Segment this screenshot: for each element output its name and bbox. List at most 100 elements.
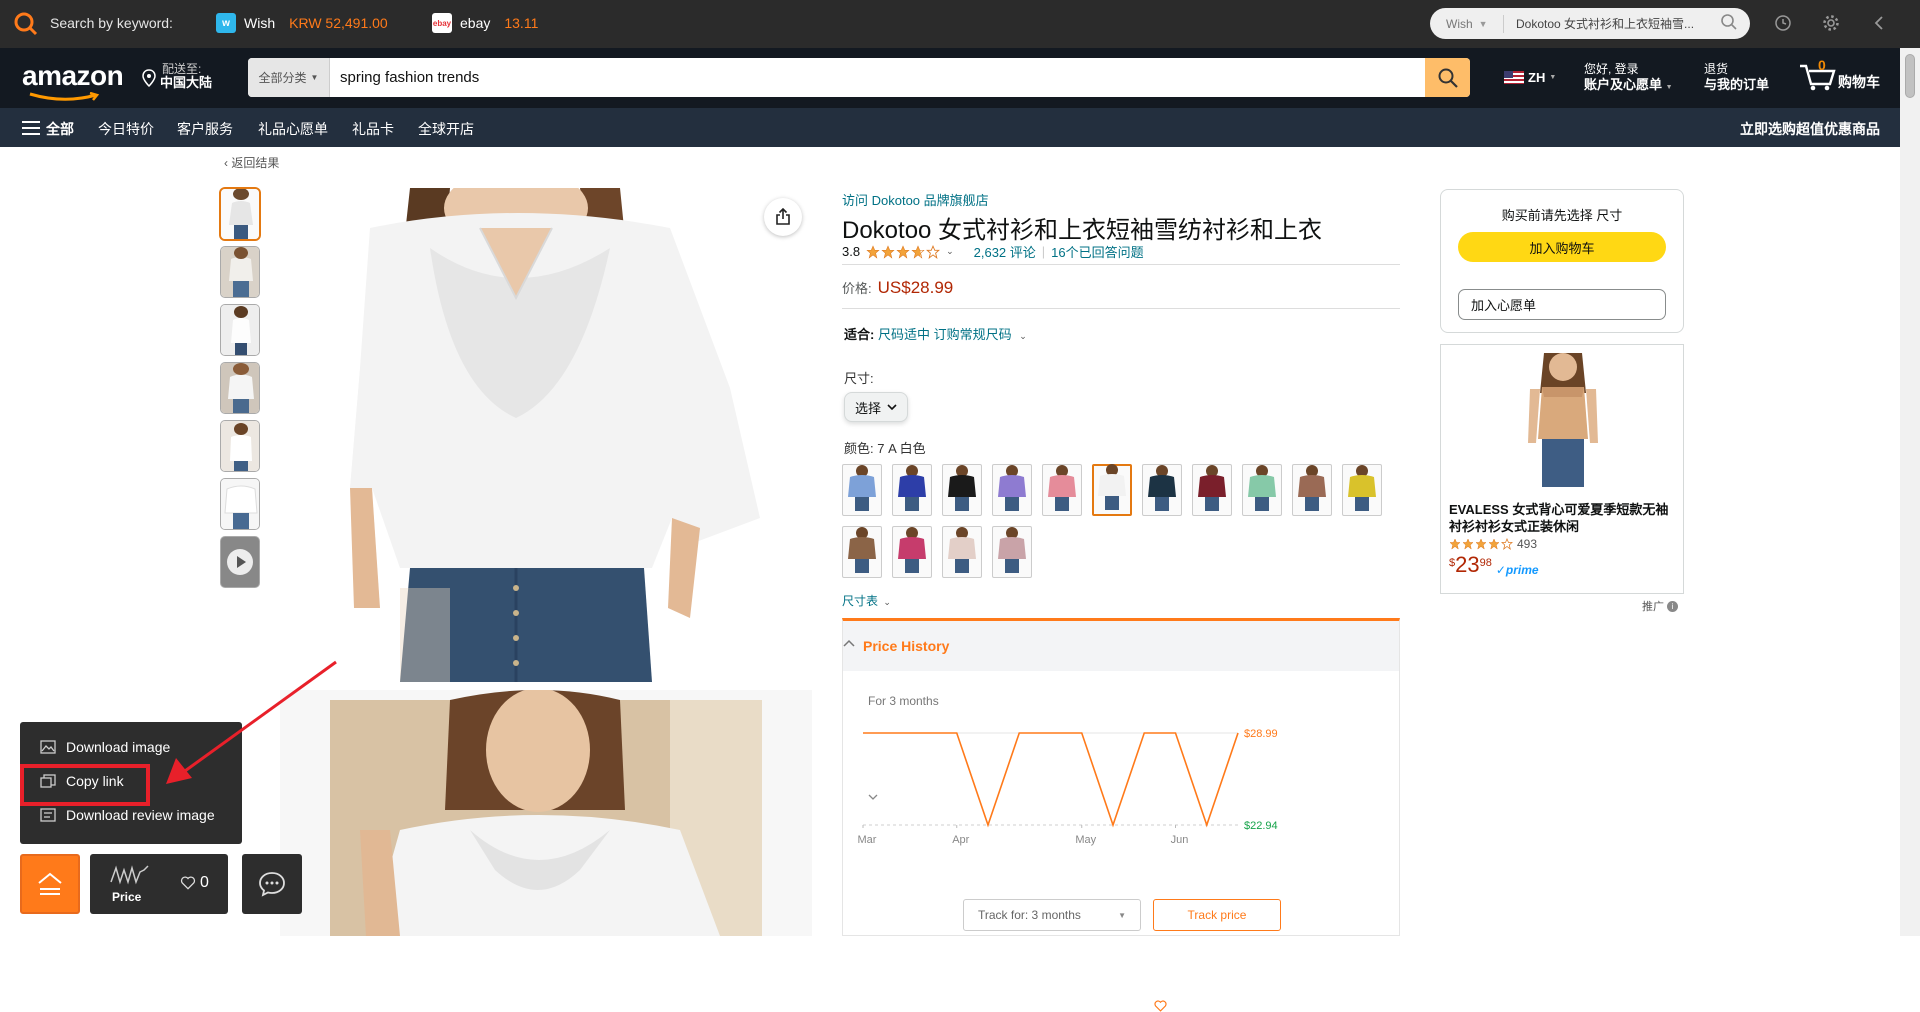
search-input[interactable]: spring fashion trends: [330, 58, 1425, 97]
track-duration-select[interactable]: Track for: 3 months ▼: [963, 899, 1141, 931]
ebay-logo-icon: ebay: [432, 13, 452, 33]
gear-icon[interactable]: [1820, 12, 1842, 34]
color-swatch[interactable]: [1242, 464, 1282, 516]
sponsored-tag[interactable]: 推广 i: [1642, 598, 1678, 614]
video-thumbnail[interactable]: [220, 536, 260, 588]
color-swatch[interactable]: [1192, 464, 1232, 516]
cart-button[interactable]: 0 购物车: [1798, 60, 1880, 92]
chevron-left-icon[interactable]: [1868, 12, 1890, 34]
color-swatch[interactable]: [1292, 464, 1332, 516]
color-swatch[interactable]: [1342, 464, 1382, 516]
color-swatch[interactable]: [1042, 464, 1082, 516]
widget-like-button[interactable]: 0: [180, 874, 209, 892]
color-swatch[interactable]: [1092, 464, 1132, 516]
hamburger-icon: [22, 121, 40, 138]
extension-search-input[interactable]: Dokotoo 女式衬衫和上衣短袖雪...: [1504, 15, 1714, 32]
ad-product-image[interactable]: [1516, 353, 1610, 487]
ad-rating[interactable]: 493: [1449, 537, 1537, 551]
add-to-list-button[interactable]: 加入心愿单: [1458, 289, 1666, 320]
color-label: 颜色: 7 A 白色: [844, 438, 926, 457]
product-secondary-image[interactable]: [280, 690, 812, 936]
account-menu[interactable]: 您好, 登录 账户及心愿单 ▼: [1584, 62, 1673, 95]
add-to-cart-button[interactable]: 加入购物车: [1458, 232, 1666, 262]
color-swatch[interactable]: [992, 526, 1032, 578]
search-icon[interactable]: [1720, 13, 1738, 34]
amazon-logo[interactable]: amazon: [22, 60, 123, 92]
color-swatch[interactable]: [842, 526, 882, 578]
range-select[interactable]: For 3 months: [868, 694, 939, 708]
widget-chat-button[interactable]: [242, 854, 302, 914]
amazon-header: amazon 配送至: 中国大陆 全部分类 ▼ spring fashion t…: [0, 48, 1900, 108]
subnav-item-sell[interactable]: 全球开店: [418, 119, 474, 139]
all-menu-button[interactable]: 全部: [22, 119, 74, 139]
thumbnail-5[interactable]: [220, 420, 260, 472]
site-chip-wish[interactable]: w Wish KRW 52,491.00: [216, 11, 388, 35]
answered-questions-link[interactable]: 16个已回答问题: [1051, 242, 1143, 261]
ad-price-whole: 23: [1455, 553, 1479, 577]
download-image-item[interactable]: Download image: [40, 739, 170, 755]
thumbnail-6[interactable]: [220, 478, 260, 530]
caret-down-icon: ▼: [1549, 70, 1556, 85]
thumbnail-2[interactable]: [220, 246, 260, 298]
subnav-promo-link[interactable]: 立即选购超值优惠商品: [1740, 119, 1880, 139]
thumbnail-4[interactable]: [220, 362, 260, 414]
extension-site-select[interactable]: Wish ▼: [1430, 15, 1504, 33]
back-to-results-link[interactable]: ‹ 返回结果: [224, 154, 279, 171]
language-selector[interactable]: ZH ▼: [1504, 70, 1556, 85]
cart-count: 0: [1818, 58, 1826, 73]
search-submit-button[interactable]: [1425, 58, 1470, 97]
color-swatch[interactable]: [892, 526, 932, 578]
menu-label: Download image: [66, 739, 170, 755]
extension-search-box[interactable]: Wish ▼ Dokotoo 女式衬衫和上衣短袖雪...: [1430, 8, 1750, 39]
sponsored-ad[interactable]: EVALESS 女式背心可爱夏季短款无袖衬衫衬衫女式正装休闲 493 $ 23 …: [1440, 344, 1684, 594]
subnav-item-gift-cards[interactable]: 礼品卡: [352, 119, 394, 139]
history-icon[interactable]: [1772, 12, 1794, 34]
wish-logo-icon: w: [216, 13, 236, 33]
site-price: KRW 52,491.00: [289, 15, 388, 31]
color-swatch[interactable]: [942, 526, 982, 578]
track-price-label: Track price: [1188, 908, 1247, 922]
size-chart-link[interactable]: 尺寸表 ⌄: [842, 592, 891, 609]
like-count: 0: [200, 874, 209, 892]
download-review-image-item[interactable]: Download review image: [40, 807, 215, 823]
caret-down-icon: ▼: [1118, 911, 1126, 920]
site-chip-ebay[interactable]: ebay ebay 13.11: [432, 11, 538, 35]
fit-value-link[interactable]: 尺码适中 订购常规尺码: [878, 327, 1012, 342]
brand-store-link[interactable]: 访问 Dokotoo 品牌旗舰店: [842, 190, 989, 209]
track-select-value: Track for: 3 months: [978, 908, 1081, 922]
ad-product-name[interactable]: EVALESS 女式背心可爱夏季短款无袖衬衫衬衫女式正装休闲: [1449, 501, 1679, 535]
track-price-button[interactable]: Track price: [1153, 899, 1281, 931]
heart-icon: [1154, 1000, 1167, 1012]
color-swatch[interactable]: [1142, 464, 1182, 516]
scrollbar-thumb[interactable]: [1905, 54, 1915, 98]
chevron-down-icon[interactable]: ⌄: [946, 246, 954, 257]
widget-price-box[interactable]: Price 0: [90, 854, 228, 914]
returns-orders[interactable]: 退货 与我的订单: [1704, 62, 1769, 92]
page-scrollbar[interactable]: [1900, 48, 1920, 936]
chat-icon: [258, 871, 286, 897]
search-category-select[interactable]: 全部分类 ▼: [248, 58, 330, 97]
reviews-link[interactable]: 2,632 评论: [974, 242, 1036, 261]
size-dropdown[interactable]: 选择: [844, 392, 908, 422]
widget-home-button[interactable]: [20, 854, 80, 914]
back-label: 返回结果: [231, 156, 279, 170]
subnav-item-deals[interactable]: 今日特价: [98, 119, 154, 139]
chevron-down-icon[interactable]: ⌄: [1019, 331, 1027, 341]
price-history-header[interactable]: Price History: [843, 621, 1399, 671]
search-icon: [1437, 67, 1459, 89]
thumbnail-3[interactable]: [220, 304, 260, 356]
color-swatch[interactable]: [892, 464, 932, 516]
share-button[interactable]: [764, 198, 802, 236]
subnav-item-gift-registry[interactable]: 礼品心愿单: [258, 119, 328, 139]
product-main-image[interactable]: [280, 188, 812, 682]
chevron-up-icon[interactable]: [843, 639, 855, 647]
subnav-item-customer-service[interactable]: 客户服务: [177, 119, 233, 139]
color-swatch[interactable]: [992, 464, 1032, 516]
star-rating-icon[interactable]: [866, 245, 940, 259]
thumbnail-1[interactable]: [220, 188, 260, 240]
color-swatch[interactable]: [842, 464, 882, 516]
keyword-search-label: Search by keyword:: [50, 15, 173, 31]
color-swatch[interactable]: [942, 464, 982, 516]
cart-icon: 0: [1798, 60, 1836, 92]
deliver-to[interactable]: 配送至: 中国大陆: [142, 62, 212, 90]
